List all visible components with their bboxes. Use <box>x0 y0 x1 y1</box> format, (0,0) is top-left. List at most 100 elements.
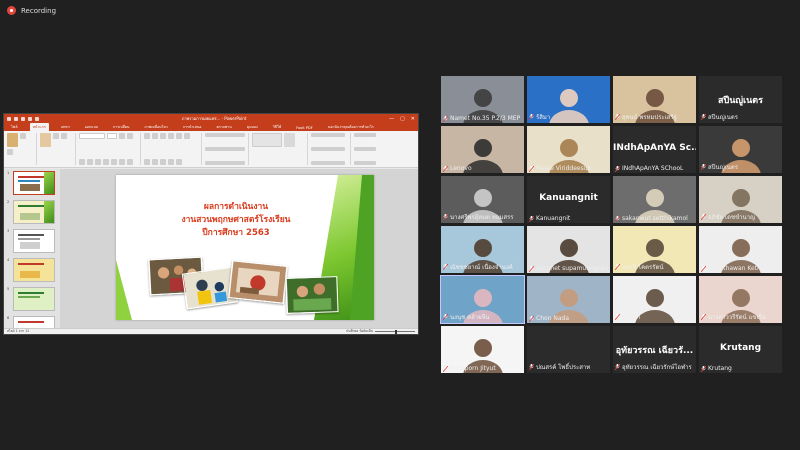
participant-tile[interactable]: อภิชัย เดชขำนาญ <box>699 176 782 223</box>
participant-name: อุทัยวรรณ เฉียวรักษ์โอฬาร <box>622 364 692 371</box>
participant-tile[interactable]: sakanwut setthikamol <box>613 176 696 223</box>
recording-indicator: Recording <box>7 6 56 15</box>
slide-thumbnail[interactable]: 1 <box>7 171 60 195</box>
new-slide-icon[interactable] <box>40 133 51 147</box>
participant-tile[interactable]: ร้สิมา <box>527 76 610 123</box>
tab-foxit[interactable]: Foxit PDF <box>293 125 316 131</box>
participant-name: Krutang <box>708 365 732 372</box>
tell-me-search[interactable]: บอกฉันว่าคุณต้องการทำอะไร <box>325 123 377 131</box>
participant-name: นงนุช คล้ายจีน <box>450 314 490 321</box>
participant-display-name: INdhApAnYA Sc... <box>613 143 696 153</box>
participant-tile[interactable]: สปีนญู่เนตร สปีนญู่เนตร <box>699 76 782 123</box>
tab-design[interactable]: ออกแบบ <box>82 123 101 131</box>
participant-tile[interactable]: INdhApAnYA Sc... INdhApAnYA SChooL <box>613 126 696 173</box>
tab-insert[interactable]: แทรก <box>58 123 73 131</box>
ribbon-group-paragraph <box>144 133 202 165</box>
slide-thumbnail[interactable]: 6 <box>7 316 60 328</box>
participant-tile[interactable]: นงนุช คล้ายจีน <box>440 275 525 324</box>
participant-name-label: สปีนญู่เนตร <box>701 112 780 122</box>
participant-name: นางสาววรีรัตน์ แขเริ่ม <box>708 314 766 321</box>
participant-tile[interactable]: นางศรีพรผุ้หมด หอมสรร <box>441 176 524 223</box>
slide-title-line-3: ปีการศึกษา 2563 <box>202 228 270 238</box>
slide-thumbnail[interactable]: 5 <box>7 287 60 311</box>
tab-review[interactable]: ตรวจทาน <box>213 123 234 131</box>
participant-name-label: Nuttiporn Jityut <box>443 365 522 372</box>
mic-muted-icon <box>615 314 620 320</box>
slide-thumbnails: 1 2 3 4 5 6 <box>4 169 60 328</box>
participant-name: ปกฤษา <box>622 314 641 321</box>
mic-muted-icon <box>701 214 706 220</box>
record-icon <box>7 6 16 15</box>
slide-title: ผลการดำเนินงาน งานสวนพฤกษศาสตร์โรงเรียน … <box>161 201 311 240</box>
tab-view[interactable]: มุมมอง <box>244 123 261 131</box>
zoom-slider[interactable] <box>375 329 415 334</box>
participant-name: ณัชชชยาณ์ เนื่องจำนงค์ <box>450 264 513 271</box>
slide-thumbnail[interactable]: 4 <box>7 258 60 282</box>
participant-tile[interactable]: สุคนธ์ พรหมประเสริฐ <box>613 76 696 123</box>
tab-file[interactable]: ไฟล์ <box>8 123 21 131</box>
participant-tile[interactable]: Khonthawan Ketngam <box>699 226 782 273</box>
slide-photo <box>228 260 288 304</box>
participant-name-label: Kanuangnit <box>529 215 608 222</box>
participant-name: INdhApAnYA SChooL <box>622 165 684 172</box>
paste-icon[interactable] <box>7 133 18 147</box>
ribbon-group-slides <box>40 133 76 165</box>
tab-transitions[interactable]: การเปลี่ยน <box>110 123 132 131</box>
participant-name-label: sanphet supamuangsan <box>529 265 608 272</box>
participant-name-label: สุคนธ์ พรหมประเสริฐ <box>615 112 694 122</box>
participant-name-label: อภิชัย เดชขำนาญ <box>701 212 780 222</box>
participant-tile[interactable]: Malee Viriddeesuk <box>527 126 610 173</box>
participant-name-label: นางศรีพรผุ้หมด หอมสรร <box>443 212 522 222</box>
participant-tile[interactable]: Namet No.35 P.2/3 MEP <box>441 76 524 123</box>
participant-tile[interactable]: อุทัยวรรณ เฉียวรั... อุทัยวรรณ เฉียวรักษ์… <box>613 326 696 373</box>
ribbon-group-styles <box>311 133 351 165</box>
slide-counter: สไลด์ 1 จาก 12 <box>7 329 30 333</box>
ribbon-group-clipboard <box>7 133 37 165</box>
participant-tile[interactable]: นางสาววรีรัตน์ แขเริ่ม <box>699 276 782 323</box>
participant-name: sakanwut setthikamol <box>622 215 688 222</box>
participant-tile[interactable]: ปณสรค์ โพธิ์ประสาท <box>527 326 610 373</box>
participant-tile[interactable]: Lenovo <box>441 126 524 173</box>
participant-tile[interactable]: Kanuangnit Kanuangnit <box>527 176 610 223</box>
mic-muted-icon <box>529 315 534 322</box>
participant-tile[interactable]: Krutang Krutang <box>699 326 782 373</box>
mic-muted-icon <box>529 215 534 222</box>
participant-tile[interactable]: ปกฤษา <box>613 276 696 323</box>
tab-home[interactable]: หน้าแรก <box>29 123 49 131</box>
participant-name: สปีนญู่เนตร <box>708 164 738 171</box>
mic-muted-icon <box>443 365 448 372</box>
ribbon-tabs: ไฟล์ หน้าแรก แทรก ออกแบบ การเปลี่ยน ภาพเ… <box>4 123 418 131</box>
ppt-workspace: 1 2 3 4 5 6 ผลการดำเนินงาน งานสวนพฤกษศาส… <box>4 169 418 328</box>
ribbon <box>4 131 418 168</box>
mic-muted-icon <box>443 115 448 122</box>
window-controls[interactable]: — ▢ ✕ <box>389 116 415 122</box>
participant-display-name: Kanuangnit <box>539 193 598 203</box>
tab-animations[interactable]: ภาพเคลื่อนไหว <box>141 123 170 131</box>
slide-thumbnail[interactable]: 2 <box>7 200 60 224</box>
participant-tile[interactable]: sanphet supamuangsan <box>527 226 610 273</box>
participant-name: sanphet supamuangsan <box>536 265 608 272</box>
zoom-control[interactable]: บันทึกย่อ ข้อคิดเห็น <box>346 329 415 334</box>
shared-screen[interactable]: ภาพรวมการเผยแพร่... - PowerPoint — ▢ ✕ ไฟล… <box>3 113 419 335</box>
participant-name-label: ณัชชชยาณ์ เนื่องจำนงค์ <box>443 262 522 272</box>
close-icon: ✕ <box>410 115 415 122</box>
tab-slideshow[interactable]: การนำเสนอ <box>180 123 205 131</box>
mic-muted-icon <box>615 264 620 270</box>
participant-name: แสงจิ โคตรรัตน์ <box>622 264 664 271</box>
participant-tile[interactable]: Nuttiporn Jityut <box>441 326 524 373</box>
mic-muted-icon <box>443 214 448 220</box>
slide-editor[interactable]: ผลการดำเนินงาน งานสวนพฤกษศาสตร์โรงเรียน … <box>60 169 418 328</box>
mic-muted-icon <box>443 314 448 320</box>
tab-help[interactable]: วิธีใช้ <box>270 123 284 131</box>
participant-name: Chon Nada <box>536 315 570 322</box>
slide-thumbnail[interactable]: 3 <box>7 229 60 253</box>
quick-access-toolbar[interactable] <box>7 116 39 121</box>
participant-name-label: Khonthawan Ketngam <box>701 265 780 272</box>
participant-tile[interactable]: แสงจิ โคตรรัตน์ <box>613 226 696 273</box>
current-slide[interactable]: ผลการดำเนินงาน งานสวนพฤกษศาสตร์โรงเรียน … <box>116 175 374 320</box>
recording-label: Recording <box>21 6 57 15</box>
participant-tile[interactable]: Chon Nada <box>527 276 610 323</box>
participant-tile[interactable]: ณัชชชยาณ์ เนื่องจำนงค์ <box>441 226 524 273</box>
participant-tile[interactable]: สปีนญู่เนตร <box>699 126 782 173</box>
slide-title-line-1: ผลการดำเนินงาน <box>203 202 269 212</box>
